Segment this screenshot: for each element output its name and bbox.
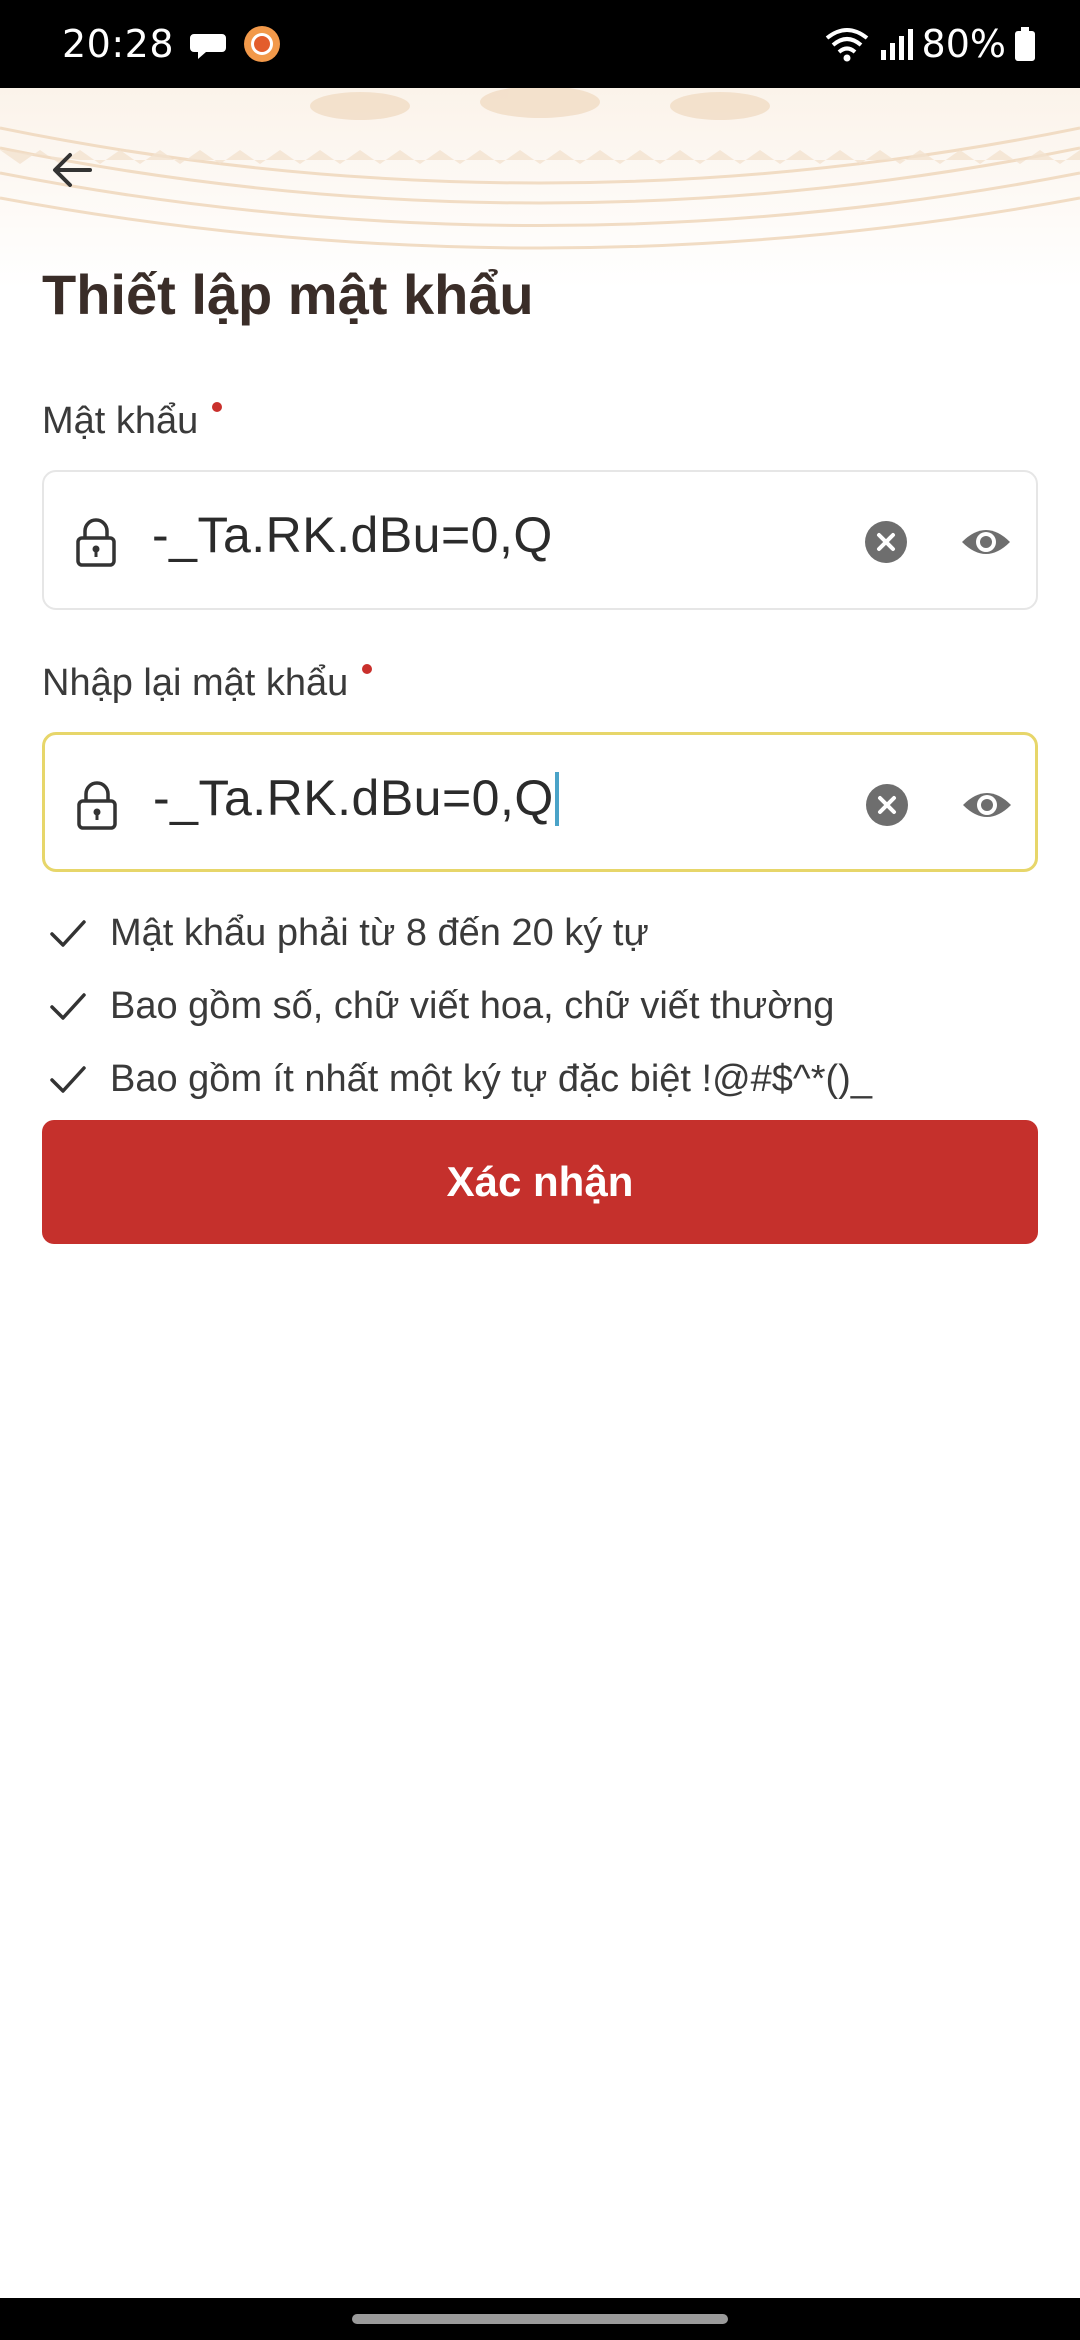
arrow-left-icon xyxy=(53,153,92,187)
password-rule-length: Mật khẩu phải từ 8 đến 20 ký tự xyxy=(48,912,649,955)
back-button[interactable] xyxy=(40,138,104,202)
status-right: 80% xyxy=(824,22,1036,66)
home-gesture-bar[interactable] xyxy=(352,2314,728,2324)
lock-icon xyxy=(76,518,116,567)
status-time: 20:28 xyxy=(62,22,175,66)
battery-percent: 80% xyxy=(921,22,1006,66)
required-indicator xyxy=(362,664,373,674)
battery-icon xyxy=(1015,27,1035,61)
rule-text: Bao gồm ít nhất một ký tự đặc biệt !@#$^… xyxy=(110,1058,872,1100)
confirm-password-input[interactable]: -_Ta.RK.dBu=0,Q xyxy=(42,732,1038,872)
confirm-password-label: Nhập lại mật khẩu xyxy=(42,662,349,704)
check-icon xyxy=(50,1065,86,1093)
status-bar: 20:28 80% xyxy=(0,0,1080,88)
password-rule-special: Bao gồm ít nhất một ký tự đặc biệt !@#$^… xyxy=(48,1058,872,1101)
wifi-icon xyxy=(825,28,868,62)
check-icon xyxy=(50,992,86,1020)
header-pattern xyxy=(0,88,1080,288)
rule-text: Bao gồm số, chữ viết hoa, chữ viết thườn… xyxy=(110,985,835,1027)
password-input[interactable]: -_Ta.RK.dBu=0,Q xyxy=(42,470,1038,610)
eye-icon[interactable] xyxy=(960,520,1012,564)
check-icon xyxy=(50,919,86,947)
chat-bubble-icon xyxy=(190,34,227,59)
app-notification-icon xyxy=(244,26,281,62)
confirm-password-value: -_Ta.RK.dBu=0,Q xyxy=(153,770,554,826)
eye-icon[interactable] xyxy=(961,783,1013,827)
drum-pattern-decoration xyxy=(0,88,1080,250)
clear-icon[interactable] xyxy=(864,520,908,564)
status-left: 20:28 xyxy=(62,22,282,66)
confirm-button[interactable]: Xác nhận xyxy=(42,1120,1038,1244)
password-value: -_Ta.RK.dBu=0,Q xyxy=(152,507,553,563)
rule-text: Mật khẩu phải từ 8 đến 20 ký tự xyxy=(110,912,649,954)
password-label: Mật khẩu xyxy=(42,400,199,442)
navigation-bar xyxy=(0,2298,1080,2340)
confirm-password-value-wrap: -_Ta.RK.dBu=0,Q xyxy=(153,769,559,827)
screen: 20:28 80% Thiết lập mật khẩu Mật khẩu -_… xyxy=(0,0,1080,2340)
password-rule-characters: Bao gồm số, chữ viết hoa, chữ viết thườn… xyxy=(48,985,834,1028)
clear-icon[interactable] xyxy=(865,783,909,827)
confirm-password-label-row: Nhập lại mật khẩu xyxy=(42,662,373,705)
signal-icon xyxy=(880,29,913,60)
lock-icon xyxy=(77,781,117,830)
required-indicator xyxy=(212,402,223,412)
text-caret xyxy=(554,771,559,826)
page-title: Thiết lập mật khẩu xyxy=(42,263,534,326)
password-label-row: Mật khẩu xyxy=(42,400,223,443)
